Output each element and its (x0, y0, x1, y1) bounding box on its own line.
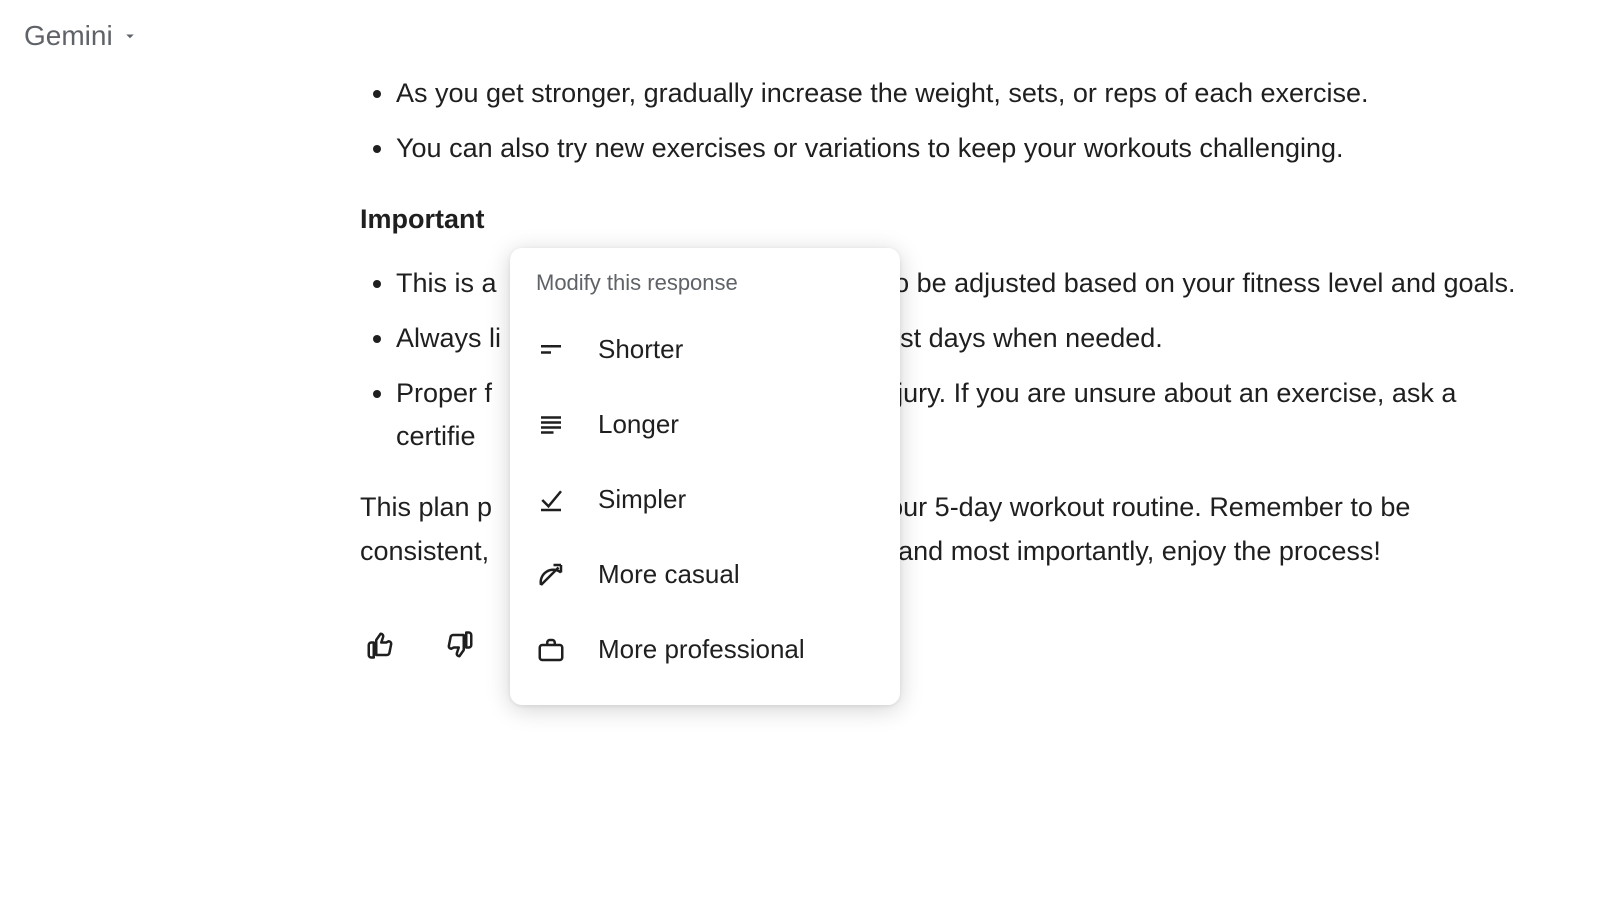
longer-icon (536, 410, 566, 440)
model-selector[interactable]: Gemini (24, 20, 139, 52)
list-item: You can also try new exercises or variat… (396, 127, 1540, 170)
modify-simpler[interactable]: Simpler (510, 462, 900, 537)
popup-item-label: Longer (598, 409, 679, 440)
thumbs-down-button[interactable] (432, 617, 488, 673)
popup-item-label: Simpler (598, 484, 686, 515)
modify-shorter[interactable]: Shorter (510, 312, 900, 387)
simpler-icon (536, 485, 566, 515)
modify-longer[interactable]: Longer (510, 387, 900, 462)
header: Gemini (0, 0, 1600, 72)
chevron-down-icon (121, 27, 139, 45)
modify-casual[interactable]: More casual (510, 537, 900, 612)
modify-response-popup: Modify this response Shorter Longer Simp… (510, 248, 900, 705)
popup-item-label: More professional (598, 634, 805, 665)
casual-icon (536, 560, 566, 590)
thumbs-up-button[interactable] (352, 617, 408, 673)
thumbs-up-icon (365, 630, 395, 660)
model-name: Gemini (24, 20, 113, 52)
popup-title: Modify this response (510, 270, 900, 312)
modify-professional[interactable]: More professional (510, 612, 900, 687)
notes-heading: Important (360, 198, 1540, 241)
bullet-list-top: As you get stronger, gradually increase … (360, 72, 1540, 170)
popup-item-label: More casual (598, 559, 740, 590)
shorter-icon (536, 335, 566, 365)
list-item: As you get stronger, gradually increase … (396, 72, 1540, 115)
thumbs-down-icon (445, 630, 475, 660)
briefcase-icon (536, 635, 566, 665)
popup-item-label: Shorter (598, 334, 683, 365)
